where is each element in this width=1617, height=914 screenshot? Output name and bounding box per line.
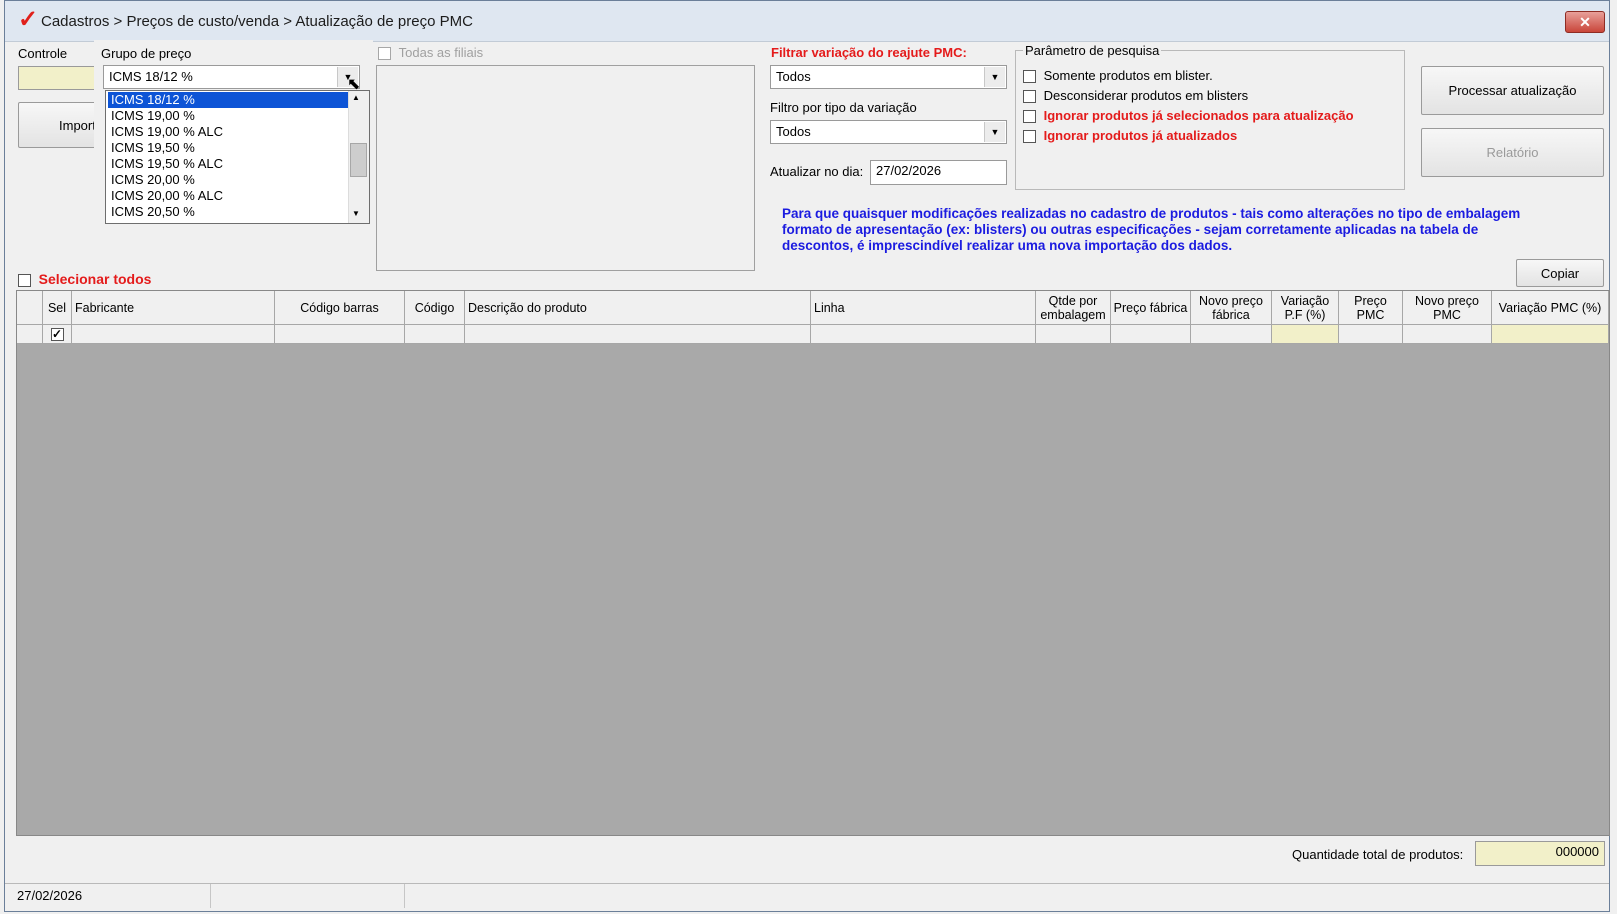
col-novo-preco-pmc[interactable]: Novo preço PMC	[1403, 291, 1492, 325]
col-fabricante[interactable]: Fabricante	[72, 291, 275, 325]
table-cell[interactable]	[1036, 325, 1111, 344]
dropdown-option[interactable]: ICMS 19,50 % ALC	[108, 156, 350, 172]
scroll-up-icon[interactable]: ▲	[352, 93, 360, 102]
status-pane-2	[211, 884, 405, 908]
table-cell[interactable]	[275, 325, 405, 344]
desconsiderar-blisters-label: Desconsiderar produtos em blisters	[1043, 88, 1249, 103]
parametro-pesquisa-title: Parâmetro de pesquisa	[1023, 43, 1162, 58]
dropdown-scrollbar[interactable]: ▲ ▼	[348, 91, 369, 223]
ignorar-atualizados-label: Ignorar produtos já atualizados	[1043, 128, 1238, 143]
import-note: Para que quaisquer modificações realizad…	[782, 206, 1602, 254]
selecionar-todos-label: Selecionar todos	[38, 271, 152, 287]
col-preco-fabrica[interactable]: Preço fábrica	[1111, 291, 1191, 325]
somente-blister-label: Somente produtos em blister.	[1043, 68, 1213, 83]
somente-blister-checkbox[interactable]	[1023, 70, 1036, 84]
todas-filiais-checkbox[interactable]	[378, 47, 391, 61]
option-somente-blister[interactable]: Somente produtos em blister.	[1023, 68, 1213, 84]
selecionar-todos-checkbox[interactable]	[18, 274, 31, 288]
atualizar-dia-label: Atualizar no dia:	[770, 164, 864, 179]
note-line-3: descontos, é imprescindível realizar uma…	[782, 238, 1233, 253]
table-cell[interactable]	[1191, 325, 1272, 344]
table-cell[interactable]	[1111, 325, 1191, 344]
title-bar: ✓ Cadastros > Preços de custo/venda > At…	[5, 1, 1609, 42]
dropdown-option[interactable]: ICMS 19,50 %	[108, 140, 350, 156]
table-cell[interactable]	[1403, 325, 1492, 344]
scroll-down-icon[interactable]: ▼	[352, 209, 360, 218]
col-linha[interactable]: Linha	[811, 291, 1036, 325]
total-produtos-label: Quantidade total de produtos:	[1292, 847, 1464, 862]
controle-label: Controle	[18, 46, 68, 61]
desconsiderar-blisters-checkbox[interactable]	[1023, 90, 1036, 104]
col-novo-preco-fabrica[interactable]: Novo preço fábrica	[1191, 291, 1272, 325]
total-produtos-field: 000000	[1475, 841, 1605, 866]
col-preco-pmc[interactable]: Preço PMC	[1339, 291, 1403, 325]
filtro-tipo-select[interactable]: Todos ▼	[770, 120, 1007, 144]
atualizar-dia-field[interactable]: 27/02/2026	[870, 160, 1007, 185]
table-cell[interactable]	[405, 325, 465, 344]
chevron-down-icon[interactable]: ▼	[984, 122, 1005, 142]
ignorar-selecionados-label: Ignorar produtos já selecionados para at…	[1043, 108, 1354, 123]
main-window: ✓ Cadastros > Preços de custo/venda > At…	[4, 0, 1610, 912]
table-cell[interactable]	[72, 325, 275, 344]
ignorar-atualizados-checkbox[interactable]	[1023, 130, 1036, 144]
dropdown-option[interactable]: ICMS 18/12 %	[107, 91, 351, 109]
mouse-cursor-icon: ⬉	[347, 76, 361, 93]
col-sel[interactable]: Sel	[43, 291, 72, 325]
row-sel-checkbox[interactable]: ✓	[50, 327, 64, 341]
table-cell[interactable]	[1492, 325, 1609, 344]
row-header-cell[interactable]	[17, 325, 43, 344]
col-qtde-embalagem[interactable]: Qtde por embalagem	[1036, 291, 1111, 325]
filiais-list[interactable]	[376, 65, 755, 271]
col-variacao-pmc[interactable]: Variação PMC (%)	[1492, 291, 1609, 325]
table-cell[interactable]	[465, 325, 811, 344]
col-variacao-pf[interactable]: Variação P.F (%)	[1272, 291, 1339, 325]
todas-filiais-label: Todas as filiais	[398, 45, 484, 60]
grupo-preco-value: ICMS 18/12 %	[109, 69, 193, 84]
row-sel-cell[interactable]: ✓	[43, 325, 72, 344]
processar-atualizacao-button[interactable]: Processar atualização	[1421, 66, 1604, 115]
note-line-1: Para que quaisquer modificações realizad…	[782, 206, 1521, 221]
chevron-down-icon[interactable]: ▼	[984, 67, 1005, 87]
filtro-tipo-value: Todos	[776, 124, 811, 139]
dropdown-option[interactable]: ICMS 20,00 % ALC	[108, 188, 350, 204]
dropdown-option[interactable]: ICMS 19,00 %	[108, 108, 350, 124]
option-ignorar-atualizados[interactable]: Ignorar produtos já atualizados	[1023, 128, 1238, 144]
option-ignorar-selecionados[interactable]: Ignorar produtos já selecionados para at…	[1023, 108, 1354, 124]
filtrar-variacao-select[interactable]: Todos ▼	[770, 65, 1007, 89]
todas-filiais-row[interactable]: Todas as filiais	[378, 45, 484, 61]
status-bar: 27/02/2026	[5, 883, 1609, 911]
col-codigo[interactable]: Código	[405, 291, 465, 325]
table-cell[interactable]	[1272, 325, 1339, 344]
selecionar-todos-row[interactable]: Selecionar todos	[18, 271, 152, 288]
grupo-preco-select[interactable]: ICMS 18/12 % ▼	[103, 65, 360, 89]
ignorar-selecionados-checkbox[interactable]	[1023, 110, 1036, 124]
dropdown-option[interactable]: ICMS 20,50 %	[108, 204, 350, 220]
option-desconsiderar-blisters[interactable]: Desconsiderar produtos em blisters	[1023, 88, 1249, 104]
status-pane-3	[405, 884, 1605, 908]
products-grid[interactable]: Sel Fabricante Código barras Código Desc…	[16, 290, 1610, 836]
row-header-column	[17, 291, 43, 325]
filtro-tipo-label: Filtro por tipo da variação	[770, 100, 917, 115]
filtrar-variacao-label: Filtrar variação do reajute PMC:	[771, 45, 967, 60]
relatorio-button[interactable]: Relatório	[1421, 128, 1604, 177]
checkmark-logo-icon: ✓	[18, 6, 39, 33]
window-title: Cadastros > Preços de custo/venda > Atua…	[41, 13, 473, 30]
status-date: 27/02/2026	[11, 884, 211, 908]
dropdown-option[interactable]: ICMS 19,00 % ALC	[108, 124, 350, 140]
col-codigo-barras[interactable]: Código barras	[275, 291, 405, 325]
copiar-button[interactable]: Copiar	[1516, 259, 1604, 287]
grupo-preco-dropdown-list: ICMS 18/12 % ICMS 19,00 % ICMS 19,00 % A…	[105, 90, 370, 224]
dropdown-option[interactable]: ICMS 20,00 %	[108, 172, 350, 188]
controle-field[interactable]	[18, 66, 98, 90]
grupo-preco-label: Grupo de preço	[101, 46, 192, 61]
table-cell[interactable]	[1339, 325, 1403, 344]
table-cell[interactable]	[811, 325, 1036, 344]
scrollbar-thumb[interactable]	[350, 143, 367, 177]
close-button[interactable]: ✕	[1565, 11, 1605, 33]
filtrar-variacao-value: Todos	[776, 69, 811, 84]
note-line-2: formato de apresentação (ex: blisters) o…	[782, 222, 1479, 237]
col-descricao[interactable]: Descrição do produto	[465, 291, 811, 325]
